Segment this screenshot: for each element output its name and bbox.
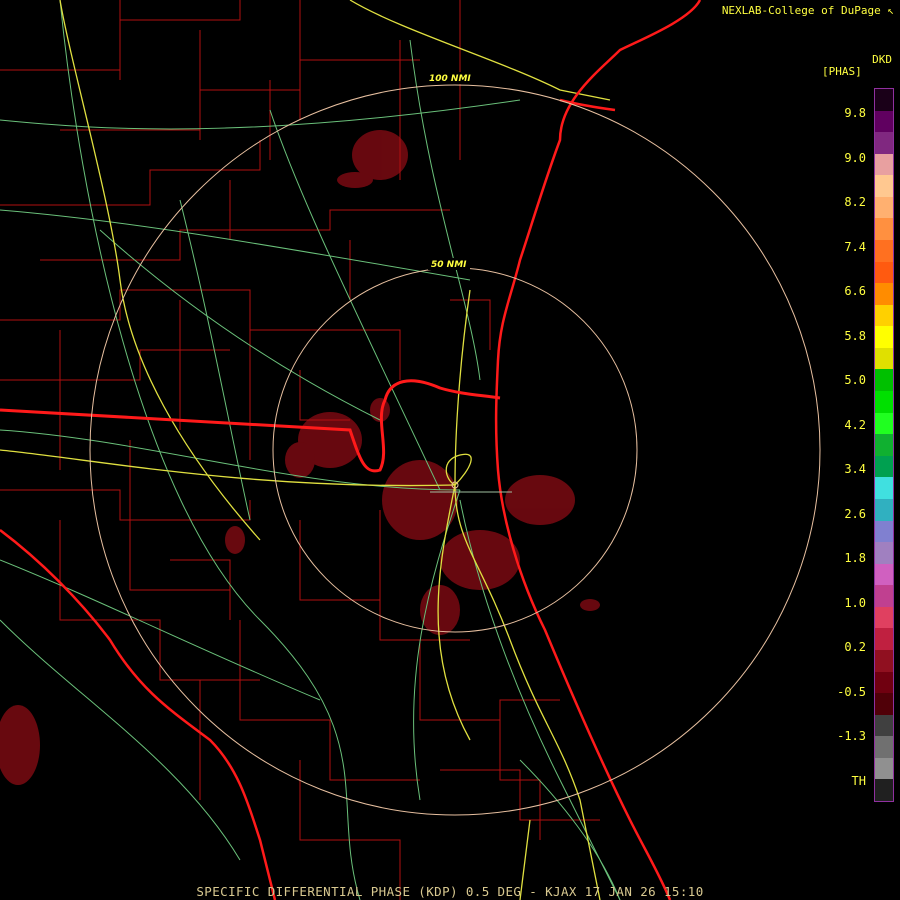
color-scale-swatch (875, 240, 893, 263)
color-scale-swatch (875, 196, 893, 219)
color-scale-swatch (875, 283, 893, 306)
color-scale-swatch (875, 261, 893, 284)
color-scale-swatch (875, 455, 893, 478)
color-scale-swatch (875, 585, 893, 608)
color-scale-swatch (875, 175, 893, 198)
color-scale-swatch (875, 304, 893, 327)
color-scale-swatch (875, 153, 893, 176)
color-scale-label: -0.5 (837, 684, 866, 699)
color-scale-swatch (875, 498, 893, 521)
color-scale-label: 1.0 (844, 595, 866, 610)
color-scale-label: 0.2 (844, 640, 866, 654)
color-scale-swatch (875, 477, 893, 500)
color-scale-swatch (875, 89, 893, 112)
color-scale-swatch (875, 218, 893, 241)
color-scale-swatch (875, 520, 893, 543)
color-scale-label: 4.2 (844, 417, 866, 432)
color-scale-swatch (875, 671, 893, 694)
color-scale-label: 2.6 (844, 506, 866, 521)
color-scale-label: 9.8 (844, 106, 866, 120)
color-scale-bar (874, 88, 894, 802)
color-scale-swatch (875, 779, 893, 802)
color-scale-swatch (875, 110, 893, 133)
credit-text: NEXLAB-College of DuPage ↖ (721, 4, 894, 17)
color-scale-label: 6.6 (844, 284, 866, 298)
color-scale-label: 8.2 (844, 195, 866, 209)
color-scale-swatch (875, 628, 893, 651)
color-scale-label: 3.4 (844, 462, 866, 476)
color-scale-swatch (875, 412, 893, 435)
color-scale-swatch (875, 606, 893, 629)
color-scale-swatch (875, 563, 893, 586)
color-scale-swatch (875, 391, 893, 414)
ring-label-50: 50 NMI (431, 260, 467, 270)
footer-caption: SPECIFIC DIFFERENTIAL PHASE (KDP) 0.5 DE… (196, 884, 704, 899)
color-scale-label: 9.0 (844, 150, 866, 165)
color-scale-swatch (875, 542, 893, 565)
color-scale-swatch (875, 757, 893, 780)
color-scale-swatch (875, 714, 893, 737)
color-scale-swatch (875, 132, 893, 155)
color-scale-label: 7.4 (844, 239, 866, 254)
color-scale-swatch (875, 649, 893, 673)
color-scale-label: 1.8 (844, 551, 866, 565)
color-scale-swatch (875, 326, 893, 349)
color-scale-label: TH (851, 773, 866, 788)
color-scale-swatch (875, 693, 893, 716)
color-scale-swatch (875, 434, 893, 457)
color-scale-swatch (875, 736, 893, 759)
color-scale-swatch (875, 369, 893, 392)
color-scale-label: 5.0 (844, 373, 866, 387)
color-scale-label: 5.8 (844, 328, 866, 343)
scale-title: DKD [PHAS] (822, 54, 892, 78)
color-scale-swatch (875, 347, 893, 370)
color-scale-label: -1.3 (837, 729, 866, 743)
scale-unit: [PHAS] (822, 65, 862, 78)
ring-label-100: 100 NMI (429, 74, 471, 84)
radar-map: 100 NMI 50 NMI (0, 0, 900, 900)
